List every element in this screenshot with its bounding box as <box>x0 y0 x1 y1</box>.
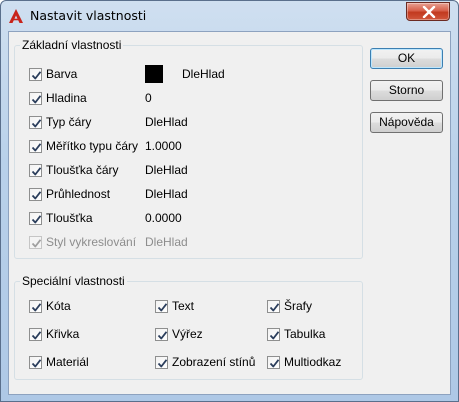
special-property-checkbox[interactable] <box>267 299 280 313</box>
special-property-label: Zobrazení stínů <box>172 355 256 369</box>
color-swatch <box>145 65 163 83</box>
special-property-checkbox[interactable] <box>29 299 42 313</box>
special-property-checkbox[interactable] <box>29 327 42 341</box>
basic-property-row[interactable]: Měřítko typu čáry <box>29 138 138 154</box>
special-property-label: Výřez <box>172 327 203 341</box>
checkmark-icon <box>269 330 280 339</box>
property-label: Tloušťka <box>46 211 93 225</box>
checkmark-icon <box>31 142 42 151</box>
special-property-checkbox[interactable] <box>155 327 168 341</box>
checkmark-icon <box>157 302 168 311</box>
property-checkbox[interactable] <box>29 187 42 201</box>
checkmark-icon <box>31 302 42 311</box>
title-bar[interactable]: Nastavit vlastnosti <box>1 1 458 31</box>
checkmark-icon <box>31 238 42 247</box>
property-label: Styl vykreslování <box>46 235 137 249</box>
property-checkbox[interactable] <box>29 139 42 153</box>
property-checkbox[interactable] <box>29 91 42 105</box>
basic-property-row[interactable]: Tloušťka čáry <box>29 162 119 178</box>
special-properties-legend: Speciální vlastnosti <box>22 274 125 288</box>
checkmark-icon <box>31 358 42 367</box>
property-label: Průhlednost <box>46 187 111 201</box>
special-property-checkbox[interactable] <box>267 355 280 369</box>
basic-property-row[interactable]: Průhlednost <box>29 186 110 202</box>
special-property-item[interactable]: Zobrazení stínů <box>155 354 255 370</box>
special-property-item[interactable]: Materiál <box>29 354 89 370</box>
basic-property-row[interactable]: Tloušťka <box>29 210 93 226</box>
close-icon <box>422 6 436 18</box>
property-label: Tloušťka čáry <box>46 163 119 177</box>
property-value: 0.0000 <box>145 211 182 225</box>
property-value: DleHlad <box>145 187 188 201</box>
checkmark-icon <box>269 302 280 311</box>
property-checkbox[interactable] <box>29 115 42 129</box>
checkmark-icon <box>31 94 42 103</box>
property-label: Hladina <box>46 91 87 105</box>
property-value: DleHlad <box>145 163 188 177</box>
property-checkbox[interactable] <box>29 67 42 81</box>
special-property-item[interactable]: Šrafy <box>267 298 312 314</box>
special-property-label: Tabulka <box>284 327 326 341</box>
special-property-checkbox[interactable] <box>267 327 280 341</box>
special-property-checkbox[interactable] <box>155 299 168 313</box>
special-property-label: Materiál <box>46 355 89 369</box>
property-value: DleHlad <box>182 67 225 81</box>
basic-property-row[interactable]: Barva <box>29 66 77 82</box>
basic-property-row: Styl vykreslování <box>29 234 136 250</box>
special-property-label: Křivka <box>46 327 80 341</box>
special-property-checkbox[interactable] <box>155 355 168 369</box>
checkmark-icon <box>31 330 42 339</box>
special-property-label: Šrafy <box>284 299 313 313</box>
property-checkbox <box>29 235 42 249</box>
special-property-item[interactable]: Kóta <box>29 298 71 314</box>
property-label: Typ čáry <box>46 115 92 129</box>
property-checkbox[interactable] <box>29 211 42 225</box>
property-value: 0 <box>145 91 152 105</box>
checkmark-icon <box>31 70 42 79</box>
checkmark-icon <box>31 190 42 199</box>
basic-properties-legend: Základní vlastnosti <box>22 38 122 52</box>
checkmark-icon <box>31 214 42 223</box>
basic-property-row[interactable]: Typ čáry <box>29 114 91 130</box>
special-property-label: Multiodkaz <box>284 355 342 369</box>
dialog-window: Nastavit vlastnosti Základní vlastnosti … <box>0 0 459 402</box>
special-property-item[interactable]: Výřez <box>155 326 203 342</box>
checkmark-icon <box>269 358 280 367</box>
property-label: Barva <box>46 67 78 81</box>
property-value: DleHlad <box>145 235 188 249</box>
property-value: DleHlad <box>145 115 188 129</box>
property-checkbox[interactable] <box>29 163 42 177</box>
property-value: 1.0000 <box>145 139 182 153</box>
dialog-client-area: Základní vlastnosti Barva DleHlad Hladina 0… <box>8 31 451 395</box>
window-title: Nastavit vlastnosti <box>30 8 147 23</box>
ok-button[interactable]: OK <box>370 48 443 69</box>
autocad-logo-icon <box>8 8 24 24</box>
checkmark-icon <box>157 358 168 367</box>
checkmark-icon <box>31 118 42 127</box>
basic-property-row[interactable]: Hladina <box>29 90 87 106</box>
checkmark-icon <box>157 330 168 339</box>
cancel-button[interactable]: Storno <box>370 80 443 101</box>
help-button[interactable]: Nápověda <box>370 112 443 133</box>
close-button[interactable] <box>406 2 450 21</box>
special-property-item[interactable]: Multiodkaz <box>267 354 341 370</box>
property-label: Měřítko typu čáry <box>46 139 139 153</box>
special-property-label: Text <box>172 299 195 313</box>
checkmark-icon <box>31 166 42 175</box>
special-property-label: Kóta <box>46 299 71 313</box>
special-property-checkbox[interactable] <box>29 355 42 369</box>
special-property-item[interactable]: Text <box>155 298 194 314</box>
special-property-item[interactable]: Tabulka <box>267 326 325 342</box>
special-property-item[interactable]: Křivka <box>29 326 79 342</box>
